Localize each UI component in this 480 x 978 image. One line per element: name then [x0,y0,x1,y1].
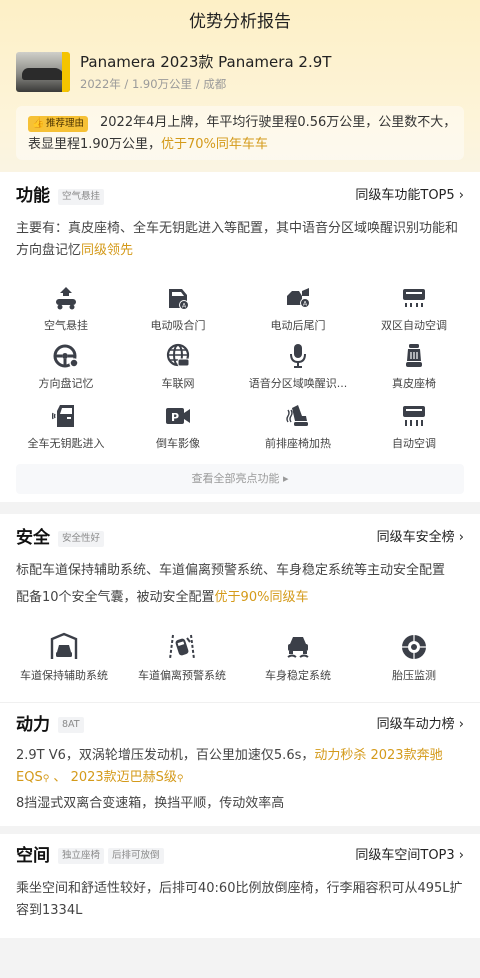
seat-heating-icon [286,405,308,426]
feature-item[interactable]: 空气悬挂 [6,284,126,334]
reason-text: 2022年4月上牌，年平均行驶里程0.56万公里，公里数不大，表显里程1.90万… [28,115,457,152]
function-top5-link[interactable]: 同级车功能TOP5 › [355,186,464,206]
steering-memory-icon [53,344,79,368]
safety-desc-active: 标配车道保持辅助系统、车道偏离预警系统、车身稳定系统等主动安全配置 [16,563,446,578]
feature-item[interactable]: 全车无钥匙进入 [6,402,126,452]
safety-item[interactable]: 车道偏离预警系统 [122,632,242,684]
car-meta: 2022年 / 1.90万公里 / 成都 [80,77,227,91]
reverse-camera-icon: P [166,408,190,424]
tire-pressure-icon [402,635,426,659]
function-badge: 空气悬挂 [58,189,105,205]
page-title: 优势分析报告 [189,12,291,32]
power-tailgate-icon: A [287,288,310,308]
space-title: 空间 [16,846,50,866]
feature-item[interactable]: 车联网 [118,342,238,392]
air-suspension-icon [56,287,76,310]
feature-item[interactable]: 方向盘记忆 [6,342,126,392]
safety-title: 安全 [16,528,50,548]
voice-wakeup-icon [290,344,306,368]
space-badge-seat: 独立座椅 [58,848,105,864]
power-badge: 8AT [58,717,84,733]
feature-item[interactable]: 真皮座椅 [354,342,474,392]
connected-car-icon [166,343,190,367]
feature-item[interactable]: 语音分区域唤醒识... [238,342,358,392]
feature-item[interactable]: 前排座椅加热 [238,402,358,452]
safety-badge: 安全性好 [58,531,105,547]
reason-highlight: 优于70%同年车车 [160,137,268,152]
reason-tag: 👍 推荐理由 [28,116,89,132]
safety-item[interactable]: 胎压监测 [354,632,474,684]
recommend-reason: 2022年4月上牌，年平均行驶里程0.56万公里，公里数不大，表显里程1.90万… [16,106,464,160]
svg-text:P: P [171,411,179,424]
space-desc: 乘坐空间和舒适性较好，后排可40:60比例放倒座椅，行李厢容积可从495L扩容到… [16,881,463,918]
power-title: 动力 [16,715,50,735]
leather-seat-icon [406,344,422,367]
dual-zone-ac-icon [403,289,425,307]
feature-item[interactable]: P 倒车影像 [118,402,238,452]
feature-item[interactable]: A 电动后尾门 [238,284,358,334]
safety-rank-link[interactable]: 同级车安全榜 › [377,528,464,548]
space-card: 空间 独立座椅 后排可放倒 同级车空间TOP3 › 乘坐空间和舒适性较好，后排可… [0,834,480,938]
safety-card: 安全 安全性好 同级车安全榜 › 标配车道保持辅助系统、车道偏离预警系统、车身稳… [0,514,480,702]
transmission-desc: 8挡湿式双离合变速箱，换挡平顺，传动效率高 [16,796,285,811]
keyless-entry-icon [52,405,74,427]
search-icon: ⚲ [176,774,184,784]
power-door-icon: A [169,289,189,310]
lane-keep-icon [50,632,78,659]
space-badge-fold: 后排可放倒 [108,848,164,864]
safety-item[interactable]: 车身稳定系统 [238,632,358,684]
car-thumbnail [16,52,70,92]
safety-item[interactable]: 车道保持辅助系统 [4,632,124,684]
safety-desc-passive: 配备10个安全气囊，被动安全配置优于90%同级车 [16,590,309,605]
compare-maybach-link[interactable]: 2023款迈巴赫S级 [71,770,177,785]
function-title: 功能 [16,186,50,206]
function-desc: 主要有：真皮座椅、全车无钥匙进入等配置，其中语音分区域唤醒识别功能和方向盘记忆同… [16,221,459,258]
car-name: Panamera 2023款 Panamera 2.9T [80,53,332,71]
space-top3-link[interactable]: 同级车空间TOP3 › [355,846,464,866]
power-card: 动力 8AT 同级车动力榜 › 2.9T V6，双涡轮增压发动机，百公里加速仅5… [0,702,480,826]
auto-ac-icon [403,406,425,426]
feature-item[interactable]: A 电动吸合门 [118,284,238,334]
power-desc: 2.9T V6，双涡轮增压发动机，百公里加速仅5.6s，动力秒杀 2023款奔驰… [16,748,443,785]
view-all-features-button[interactable]: 查看全部亮点功能 ▸ [16,464,464,494]
thumbs-up-icon: 👍 [32,118,45,129]
power-rank-link[interactable]: 同级车动力榜 › [377,715,464,735]
feature-item[interactable]: 自动空调 [354,402,474,452]
function-card: 功能 空气悬挂 同级车功能TOP5 › 主要有：真皮座椅、全车无钥匙进入等配置，… [0,172,480,502]
lane-departure-icon [169,634,195,660]
car-summary[interactable]: Panamera 2023款 Panamera 2.9T 2022年 / 1.9… [16,52,464,96]
feature-item[interactable]: 双区自动空调 [354,284,474,334]
stability-control-icon [287,637,309,658]
